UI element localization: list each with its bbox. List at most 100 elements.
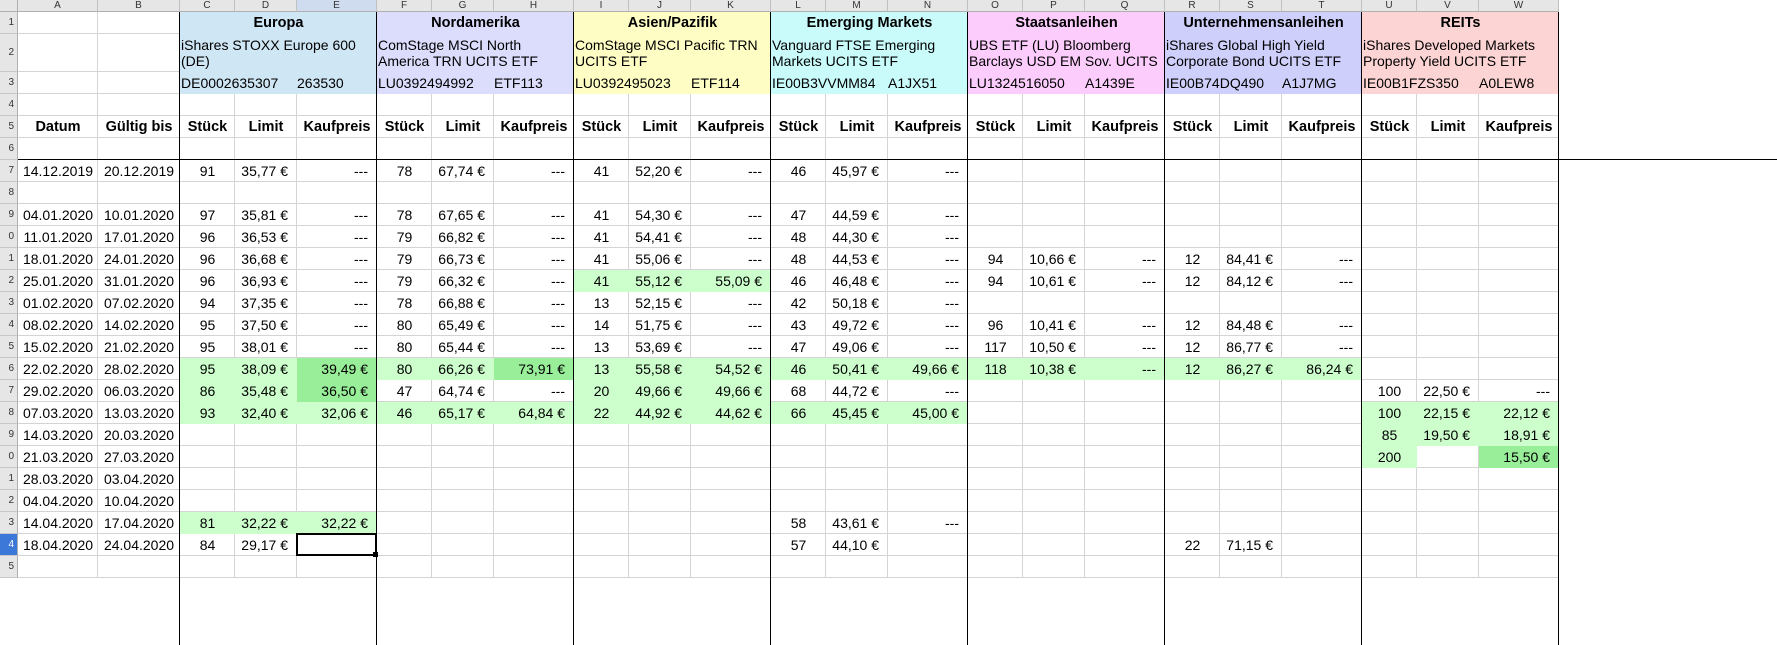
- purchase-price-cell[interactable]: ---: [888, 226, 968, 248]
- row-header[interactable]: 5: [0, 116, 18, 138]
- grid-cell[interactable]: [18, 34, 98, 72]
- row-header[interactable]: 7: [0, 160, 18, 182]
- valid-until-cell[interactable]: 27.03.2020: [98, 446, 180, 468]
- row-header[interactable]: 6: [0, 138, 18, 160]
- grid-cell[interactable]: [98, 94, 180, 116]
- purchase-price-cell[interactable]: 32,06 €: [297, 402, 377, 424]
- quantity-cell[interactable]: 96: [180, 270, 235, 292]
- column-header-m[interactable]: M: [826, 0, 888, 12]
- limit-cell[interactable]: [1023, 424, 1085, 446]
- limit-cell[interactable]: 37,35 €: [235, 292, 297, 314]
- grid-cell[interactable]: [629, 94, 691, 116]
- row-header[interactable]: 2: [0, 34, 18, 72]
- purchase-price-cell[interactable]: [1085, 446, 1165, 468]
- valid-until-cell[interactable]: [98, 182, 180, 204]
- limit-cell[interactable]: [1023, 226, 1085, 248]
- grid-cell[interactable]: [180, 94, 235, 116]
- limit-cell[interactable]: [1417, 534, 1479, 556]
- quantity-cell[interactable]: 95: [180, 358, 235, 380]
- purchase-price-cell[interactable]: [1479, 182, 1559, 204]
- column-header-l[interactable]: L: [771, 0, 826, 12]
- limit-cell[interactable]: [432, 534, 494, 556]
- grid-cell[interactable]: [377, 138, 432, 160]
- quantity-cell[interactable]: 80: [377, 314, 432, 336]
- limit-cell[interactable]: 49,66 €: [629, 380, 691, 402]
- limit-cell[interactable]: [1023, 512, 1085, 534]
- purchase-price-cell[interactable]: ---: [888, 336, 968, 358]
- limit-cell[interactable]: [1220, 380, 1282, 402]
- limit-cell[interactable]: [1417, 160, 1479, 182]
- valid-until-cell[interactable]: 07.02.2020: [98, 292, 180, 314]
- row-header[interactable]: 5: [0, 336, 18, 358]
- purchase-price-cell[interactable]: [888, 446, 968, 468]
- purchase-price-cell[interactable]: [494, 512, 574, 534]
- grid-cell[interactable]: [1085, 94, 1165, 116]
- quantity-cell[interactable]: [968, 226, 1023, 248]
- limit-cell[interactable]: 65,49 €: [432, 314, 494, 336]
- limit-cell[interactable]: 53,69 €: [629, 336, 691, 358]
- limit-cell[interactable]: [235, 424, 297, 446]
- limit-cell[interactable]: [235, 182, 297, 204]
- grid-cell[interactable]: [1479, 556, 1559, 578]
- column-header-f[interactable]: F: [377, 0, 432, 12]
- purchase-price-cell[interactable]: ---: [494, 292, 574, 314]
- row-header[interactable]: 8: [0, 182, 18, 204]
- valid-until-cell[interactable]: 21.02.2020: [98, 336, 180, 358]
- purchase-price-cell[interactable]: [297, 468, 377, 490]
- quantity-cell[interactable]: 46: [771, 358, 826, 380]
- quantity-cell[interactable]: [1362, 182, 1417, 204]
- purchase-price-cell[interactable]: [888, 468, 968, 490]
- date-cell[interactable]: 29.02.2020: [18, 380, 98, 402]
- purchase-price-cell[interactable]: 55,09 €: [691, 270, 771, 292]
- limit-cell[interactable]: 10,61 €: [1023, 270, 1085, 292]
- limit-cell[interactable]: 55,06 €: [629, 248, 691, 270]
- grid-cell[interactable]: [18, 556, 98, 578]
- purchase-price-cell[interactable]: ---: [494, 204, 574, 226]
- limit-cell[interactable]: 51,75 €: [629, 314, 691, 336]
- limit-cell[interactable]: [1220, 512, 1282, 534]
- limit-cell[interactable]: 67,74 €: [432, 160, 494, 182]
- grid-cell[interactable]: [494, 556, 574, 578]
- purchase-price-cell[interactable]: [494, 424, 574, 446]
- purchase-price-cell[interactable]: [691, 446, 771, 468]
- purchase-price-cell[interactable]: [1282, 468, 1362, 490]
- grid-cell[interactable]: [1362, 556, 1417, 578]
- grid-cell[interactable]: [771, 556, 826, 578]
- limit-cell[interactable]: 10,38 €: [1023, 358, 1085, 380]
- limit-cell[interactable]: [1220, 446, 1282, 468]
- row-header[interactable]: 4: [0, 534, 18, 556]
- row-header[interactable]: 2: [0, 490, 18, 512]
- select-all-corner[interactable]: [0, 0, 18, 12]
- quantity-cell[interactable]: 12: [1165, 270, 1220, 292]
- quantity-cell[interactable]: 79: [377, 270, 432, 292]
- purchase-price-cell[interactable]: [691, 534, 771, 556]
- quantity-cell[interactable]: [1165, 204, 1220, 226]
- purchase-price-cell[interactable]: [1479, 512, 1559, 534]
- limit-cell[interactable]: 84,41 €: [1220, 248, 1282, 270]
- quantity-cell[interactable]: [180, 490, 235, 512]
- valid-until-cell[interactable]: 10.04.2020: [98, 490, 180, 512]
- quantity-cell[interactable]: 13: [574, 292, 629, 314]
- purchase-price-cell[interactable]: ---: [691, 314, 771, 336]
- grid-cell[interactable]: [1220, 556, 1282, 578]
- column-header-g[interactable]: G: [432, 0, 494, 12]
- limit-cell[interactable]: [1417, 226, 1479, 248]
- quantity-cell[interactable]: 200: [1362, 446, 1417, 468]
- purchase-price-cell[interactable]: [1479, 336, 1559, 358]
- quantity-cell[interactable]: 86: [180, 380, 235, 402]
- purchase-price-cell[interactable]: ---: [297, 226, 377, 248]
- row-header[interactable]: 3: [0, 512, 18, 534]
- date-cell[interactable]: 04.04.2020: [18, 490, 98, 512]
- quantity-cell[interactable]: 48: [771, 248, 826, 270]
- row-header[interactable]: 0: [0, 446, 18, 468]
- grid-cell[interactable]: [1362, 138, 1417, 160]
- quantity-cell[interactable]: [377, 424, 432, 446]
- purchase-price-cell[interactable]: 44,62 €: [691, 402, 771, 424]
- purchase-price-cell[interactable]: [1085, 292, 1165, 314]
- purchase-price-cell[interactable]: [1282, 512, 1362, 534]
- limit-cell[interactable]: 38,09 €: [235, 358, 297, 380]
- quantity-cell[interactable]: [377, 446, 432, 468]
- quantity-cell[interactable]: 41: [574, 226, 629, 248]
- limit-cell[interactable]: [1417, 468, 1479, 490]
- column-header-b[interactable]: B: [98, 0, 180, 12]
